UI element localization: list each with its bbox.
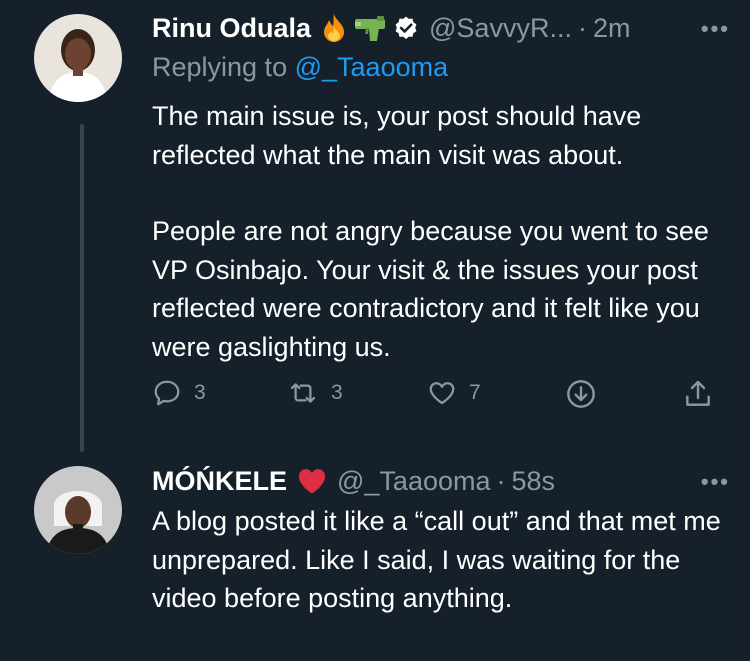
share-button[interactable]: [682, 378, 714, 410]
author-handle[interactable]: @SavvyR...: [429, 13, 572, 44]
more-options-icon[interactable]: •••: [701, 16, 730, 42]
heart-icon: [429, 382, 455, 405]
replying-to-line: Replying to @_Taaooma: [152, 52, 448, 83]
reply-icon: [154, 380, 180, 406]
more-options-icon[interactable]: •••: [701, 469, 730, 495]
avatar-rinu[interactable]: [34, 14, 122, 102]
tweet-paragraph: The main issue is, your post should have…: [152, 101, 642, 170]
tweet-rinu: Rinu Oduala @SavvyR... · 2m ••• Replying…: [0, 0, 750, 452]
retweet-count: 3: [331, 381, 343, 404]
replying-to-mention[interactable]: @_Taaooma: [295, 52, 449, 82]
like-button[interactable]: 7: [427, 378, 481, 408]
tweet-header: MÓŃKELE @_Taaooma · 58s: [152, 463, 555, 499]
separator-dot: ·: [496, 465, 506, 496]
replying-to-label: Replying to: [152, 52, 288, 82]
tweet-body: The main issue is, your post should have…: [152, 97, 727, 366]
tweet-paragraph: People are not angry because you went to…: [152, 216, 709, 362]
tweet-header: Rinu Oduala @SavvyR... · 2m: [152, 10, 630, 46]
red-heart-emoji-icon: [297, 467, 327, 495]
like-count: 7: [469, 381, 481, 404]
tweet-monkele: MÓŃKELE @_Taaooma · 58s ••• A blog poste…: [0, 455, 750, 661]
water-pistol-emoji-icon: [353, 14, 387, 42]
thread-line: [80, 124, 84, 452]
retweet-button[interactable]: 3: [287, 378, 343, 408]
timestamp[interactable]: 2m: [593, 13, 631, 44]
separator-dot: ·: [577, 12, 587, 43]
retweet-icon: [290, 383, 316, 403]
author-name[interactable]: MÓŃKELE: [152, 466, 287, 497]
tweet-body: A blog posted it like a “call out” and t…: [152, 502, 727, 618]
tweet-paragraph: A blog posted it like a “call out” and t…: [152, 506, 721, 613]
share-icon: [686, 380, 710, 406]
reply-button[interactable]: 3: [152, 378, 206, 408]
author-name[interactable]: Rinu Oduala: [152, 13, 311, 44]
verified-badge-icon: [393, 15, 419, 41]
download-icon: [567, 380, 595, 408]
author-handle[interactable]: @_Taaooma: [337, 466, 491, 497]
reply-count: 3: [194, 381, 206, 404]
timestamp[interactable]: 58s: [512, 466, 556, 497]
download-button[interactable]: [565, 378, 597, 410]
tweet-actions: 3 3 7: [152, 378, 722, 418]
avatar-monkele[interactable]: [34, 466, 122, 554]
fire-emoji-icon: [321, 13, 347, 43]
